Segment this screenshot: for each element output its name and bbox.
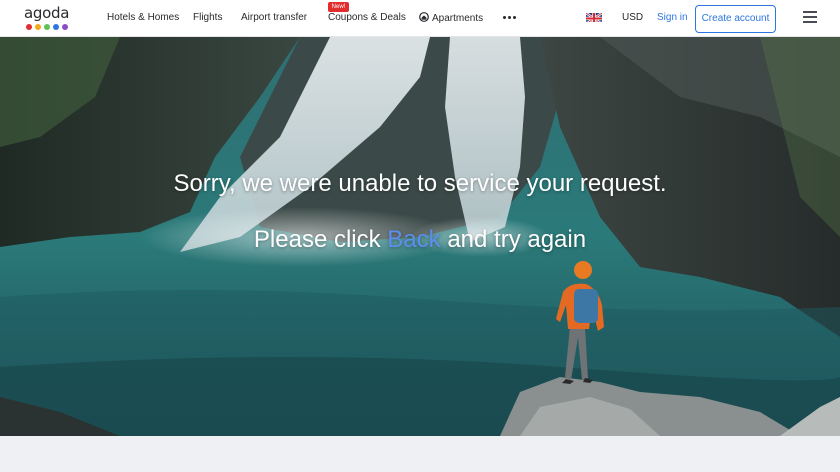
agoda-logo[interactable]: agoda — [24, 4, 72, 32]
hero-background-image: Sorry, we were unable to service your re… — [0, 37, 840, 436]
top-navigation-bar: agoda Hotels & Homes Flights Airport tra… — [0, 0, 840, 37]
logo-text: agoda — [24, 4, 70, 22]
nav-flights[interactable]: Flights — [193, 12, 222, 24]
currency-selector[interactable]: USD — [622, 12, 643, 24]
error-message: Sorry, we were unable to service your re… — [173, 170, 667, 197]
footer-area — [0, 436, 840, 472]
more-dots-icon[interactable] — [503, 11, 516, 23]
nav-coupons-deals[interactable]: Coupons & Deals — [328, 12, 406, 24]
back-link[interactable]: Back — [387, 226, 440, 253]
logo-dots — [26, 24, 68, 30]
logo-dot — [44, 24, 50, 30]
logo-dot — [62, 24, 68, 30]
sign-in-link[interactable]: Sign in — [657, 12, 688, 24]
uk-flag-icon[interactable] — [586, 11, 602, 22]
nav-hotels-homes[interactable]: Hotels & Homes — [107, 12, 179, 24]
nav-apartments[interactable]: Apartments — [419, 12, 483, 25]
logo-dot — [53, 24, 59, 30]
create-account-button[interactable]: Create account — [695, 5, 776, 33]
new-badge: New! — [328, 2, 349, 12]
page: agoda Hotels & Homes Flights Airport tra… — [0, 0, 840, 472]
retry-instruction: Please click Back and try again — [0, 226, 840, 254]
logo-dot — [26, 24, 32, 30]
retry-prefix: Please click — [253, 226, 388, 253]
hamburger-menu-icon[interactable] — [803, 11, 817, 23]
apartment-icon — [419, 12, 429, 22]
nav-airport-transfer[interactable]: Airport transfer — [241, 12, 307, 24]
nav-apartments-label: Apartments — [432, 13, 484, 24]
logo-dot — [35, 24, 41, 30]
retry-suffix: and try again — [440, 226, 587, 253]
